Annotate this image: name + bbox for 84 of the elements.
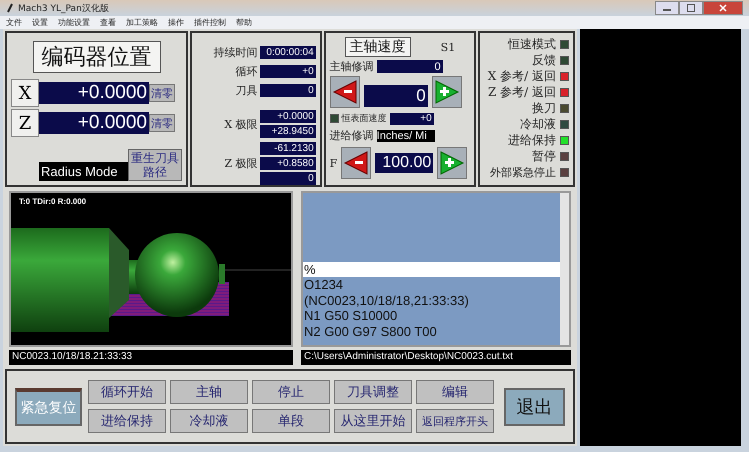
close-button[interactable] [703,1,743,15]
feed-override-label: 进给修调 [330,128,374,143]
indicator-label: 外部紧急停止 [490,164,556,180]
increase-button[interactable] [437,147,468,179]
menu-item[interactable]: 帮助 [236,17,252,28]
decrease-button[interactable] [341,147,372,179]
status-label: Z 极限 [224,156,258,171]
gcode-line[interactable]: (NC0023,10/18/18,21:33:33) [303,292,560,308]
override-label: 主轴修调 [330,59,374,74]
axis-button[interactable]: Z [11,109,39,137]
panel-title: 编码器位置 [32,41,160,73]
control-button[interactable]: 冷却液 [170,409,248,433]
control-button[interactable]: 主轴 [170,380,248,404]
axis-readout: +0.0000 [39,112,149,134]
menu-item[interactable]: 操作 [168,17,184,28]
menu-item[interactable]: 插件控制 [194,17,226,28]
maximize-icon [687,4,695,12]
units-display: Inches/ Mi [376,130,435,142]
minus-arrow-icon [343,150,370,176]
indicator-label: 恒速模式 [508,36,556,52]
status-readout: 0 [260,84,316,97]
feed-label: F [330,156,338,170]
plus-arrow-icon [434,79,460,105]
increase-button[interactable] [432,76,462,108]
gcode-line[interactable]: O1234 [303,277,560,292]
gcode-line[interactable]: N2 G00 G97 S800 T00 [303,324,560,339]
status-readout: +28.9450 [260,125,316,138]
gcode-line[interactable]: N1 G50 S10000 [303,308,560,324]
control-button[interactable]: 进给保持 [88,409,166,433]
axis-button[interactable]: X [11,79,39,107]
status-label: 循环 [236,64,258,79]
indicator-label: 进给保持 [508,132,556,148]
control-button[interactable]: 停止 [252,380,330,404]
indicator-label: 冷却液 [520,116,556,132]
status-label: 刀具 [236,83,258,98]
tool-info: T:0 TDir:0 R:0.000 [18,196,88,208]
status-readout: 0:00:00:04 [260,46,316,59]
zero-button[interactable]: 清零 [149,114,175,132]
spindle-tag: S1 [440,40,456,54]
css-readout: +0 [390,112,434,124]
minus-arrow-icon [332,79,358,105]
maximize-button[interactable] [679,1,703,15]
spindle-speed-readout: 0 [364,85,428,107]
zero-button[interactable]: 清零 [149,84,175,102]
indicator-label: Z 参考/ 返回 [488,84,556,100]
control-button[interactable]: 从这里开始 [334,409,412,433]
status-readout: 0 [260,172,316,185]
app-icon [6,3,14,13]
override-readout: 0 [376,60,443,73]
axis-readout: +0.0000 [39,82,149,104]
window-title: Mach3 YL_Pan汉化版 [18,2,109,14]
scrollbar[interactable] [560,193,569,345]
minimize-button[interactable] [655,1,679,15]
feed-readout: 100.00 [375,153,434,173]
menu-item[interactable]: 功能设置 [58,17,90,28]
control-button[interactable]: 返回程序开头 [416,409,494,433]
panel-title: 主轴速度 [344,37,411,57]
indicator-label: 暂停 [532,148,556,164]
close-icon [719,4,727,12]
decrease-button[interactable] [330,76,360,108]
file-path: C:\Users\Administrator\Desktop\NC0023.cut.txt [301,350,571,365]
status-label: X 极限 [224,116,258,132]
menu-item[interactable]: 文件 [6,17,22,28]
regen-toolpath-button[interactable]: 重生刀具路径 [128,149,182,181]
indicator-label: 反馈 [532,52,556,68]
control-button[interactable]: 单段 [252,409,330,433]
indicator-label: X 参考/ 返回 [488,68,556,84]
status-readout: -61.2130 [260,142,316,155]
menu-item[interactable]: 查看 [100,17,116,28]
exit-button[interactable]: 退出 [504,388,565,426]
status-readout: +0.8580 [260,157,316,170]
control-button[interactable]: 刀具调整 [334,380,412,404]
control-button[interactable]: 循环开始 [88,380,166,404]
css-label: 恒表面速度 [342,112,387,125]
status-readout: +0.0000 [260,110,316,123]
control-button[interactable]: 编辑 [416,380,494,404]
mode-display: Radius Mode [39,162,128,181]
status-readout: +0 [260,65,316,78]
menu-item[interactable]: 设置 [32,17,48,28]
plus-arrow-icon [439,150,466,176]
file-info: NC0023.10/18/18.21:33:33 [9,350,293,365]
status-label: 持续时间 [214,45,258,60]
menu-item[interactable]: 加工策略 [126,17,158,28]
indicator-label: 换刀 [532,100,556,116]
